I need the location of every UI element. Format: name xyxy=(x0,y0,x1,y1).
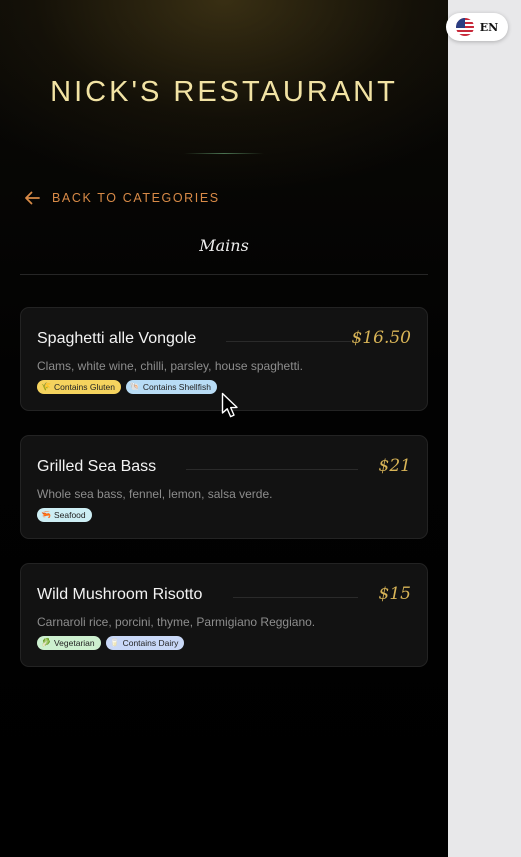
arrow-left-icon xyxy=(25,191,40,205)
tag-label: Contains Dairy xyxy=(122,638,179,648)
menu-item-name: Grilled Sea Bass xyxy=(37,458,157,475)
restaurant-title: NICK'S RESTAURANT xyxy=(50,76,398,108)
category-divider xyxy=(20,274,428,275)
tag-seafood: 🦐 Seafood xyxy=(37,508,92,522)
back-to-categories-button[interactable]: BACK TO CATEGORIES xyxy=(22,188,220,208)
milk-icon: 🥛 xyxy=(109,638,120,647)
price-leader-line xyxy=(226,341,351,342)
tag-contains-dairy: 🥛 Contains Dairy xyxy=(105,636,185,650)
tag-label: Seafood xyxy=(53,510,86,520)
title-divider xyxy=(184,153,264,154)
price-leader-line xyxy=(233,597,358,598)
menu-item-card[interactable]: Grilled Sea Bass $21 Whole sea bass, fen… xyxy=(20,435,428,539)
mouse-cursor-icon xyxy=(221,392,238,418)
menu-item-name: Wild Mushroom Risotto xyxy=(37,586,203,603)
menu-item-price: $21 xyxy=(378,456,411,476)
wheat-icon: 🌾 xyxy=(41,382,51,391)
shrimp-icon: 🦐 xyxy=(41,510,51,519)
dietary-tags: 🥬 Vegetarian 🥛 Contains Dairy xyxy=(37,636,185,650)
menu-panel: NICK'S RESTAURANT BACK TO CATEGORIES Mai… xyxy=(0,0,448,857)
back-to-categories-label: BACK TO CATEGORIES xyxy=(52,191,220,205)
tag-label: Contains Gluten xyxy=(53,382,115,392)
tag-label: Contains Shellfish xyxy=(142,382,211,392)
language-code: EN xyxy=(479,20,499,34)
language-selector-button[interactable]: EN xyxy=(446,13,508,41)
menu-item-description: Clams, white wine, chilli, parsley, hous… xyxy=(37,359,303,373)
category-title: Mains xyxy=(199,236,249,255)
tag-contains-shellfish: 🐚 Contains Shellfish xyxy=(125,380,217,394)
menu-item-card[interactable]: Wild Mushroom Risotto $15 Carnaroli rice… xyxy=(20,563,428,667)
tag-contains-gluten: 🌾 Contains Gluten xyxy=(37,380,121,394)
tag-label: Vegetarian xyxy=(53,638,95,648)
shell-icon: 🐚 xyxy=(129,382,140,391)
tag-vegetarian: 🥬 Vegetarian xyxy=(37,636,101,650)
menu-item-description: Whole sea bass, fennel, lemon, salsa ver… xyxy=(37,487,273,501)
leaf-icon: 🥬 xyxy=(41,638,51,647)
menu-item-price: $15 xyxy=(378,584,411,604)
menu-item-description: Carnaroli rice, porcini, thyme, Parmigia… xyxy=(37,615,316,629)
menu-item-price: $16.50 xyxy=(351,328,411,348)
price-leader-line xyxy=(186,469,358,470)
dietary-tags: 🦐 Seafood xyxy=(37,508,92,522)
menu-item-name: Spaghetti alle Vongole xyxy=(37,330,197,347)
dietary-tags: 🌾 Contains Gluten 🐚 Contains Shellfish xyxy=(37,380,217,394)
us-flag-icon xyxy=(455,18,474,36)
